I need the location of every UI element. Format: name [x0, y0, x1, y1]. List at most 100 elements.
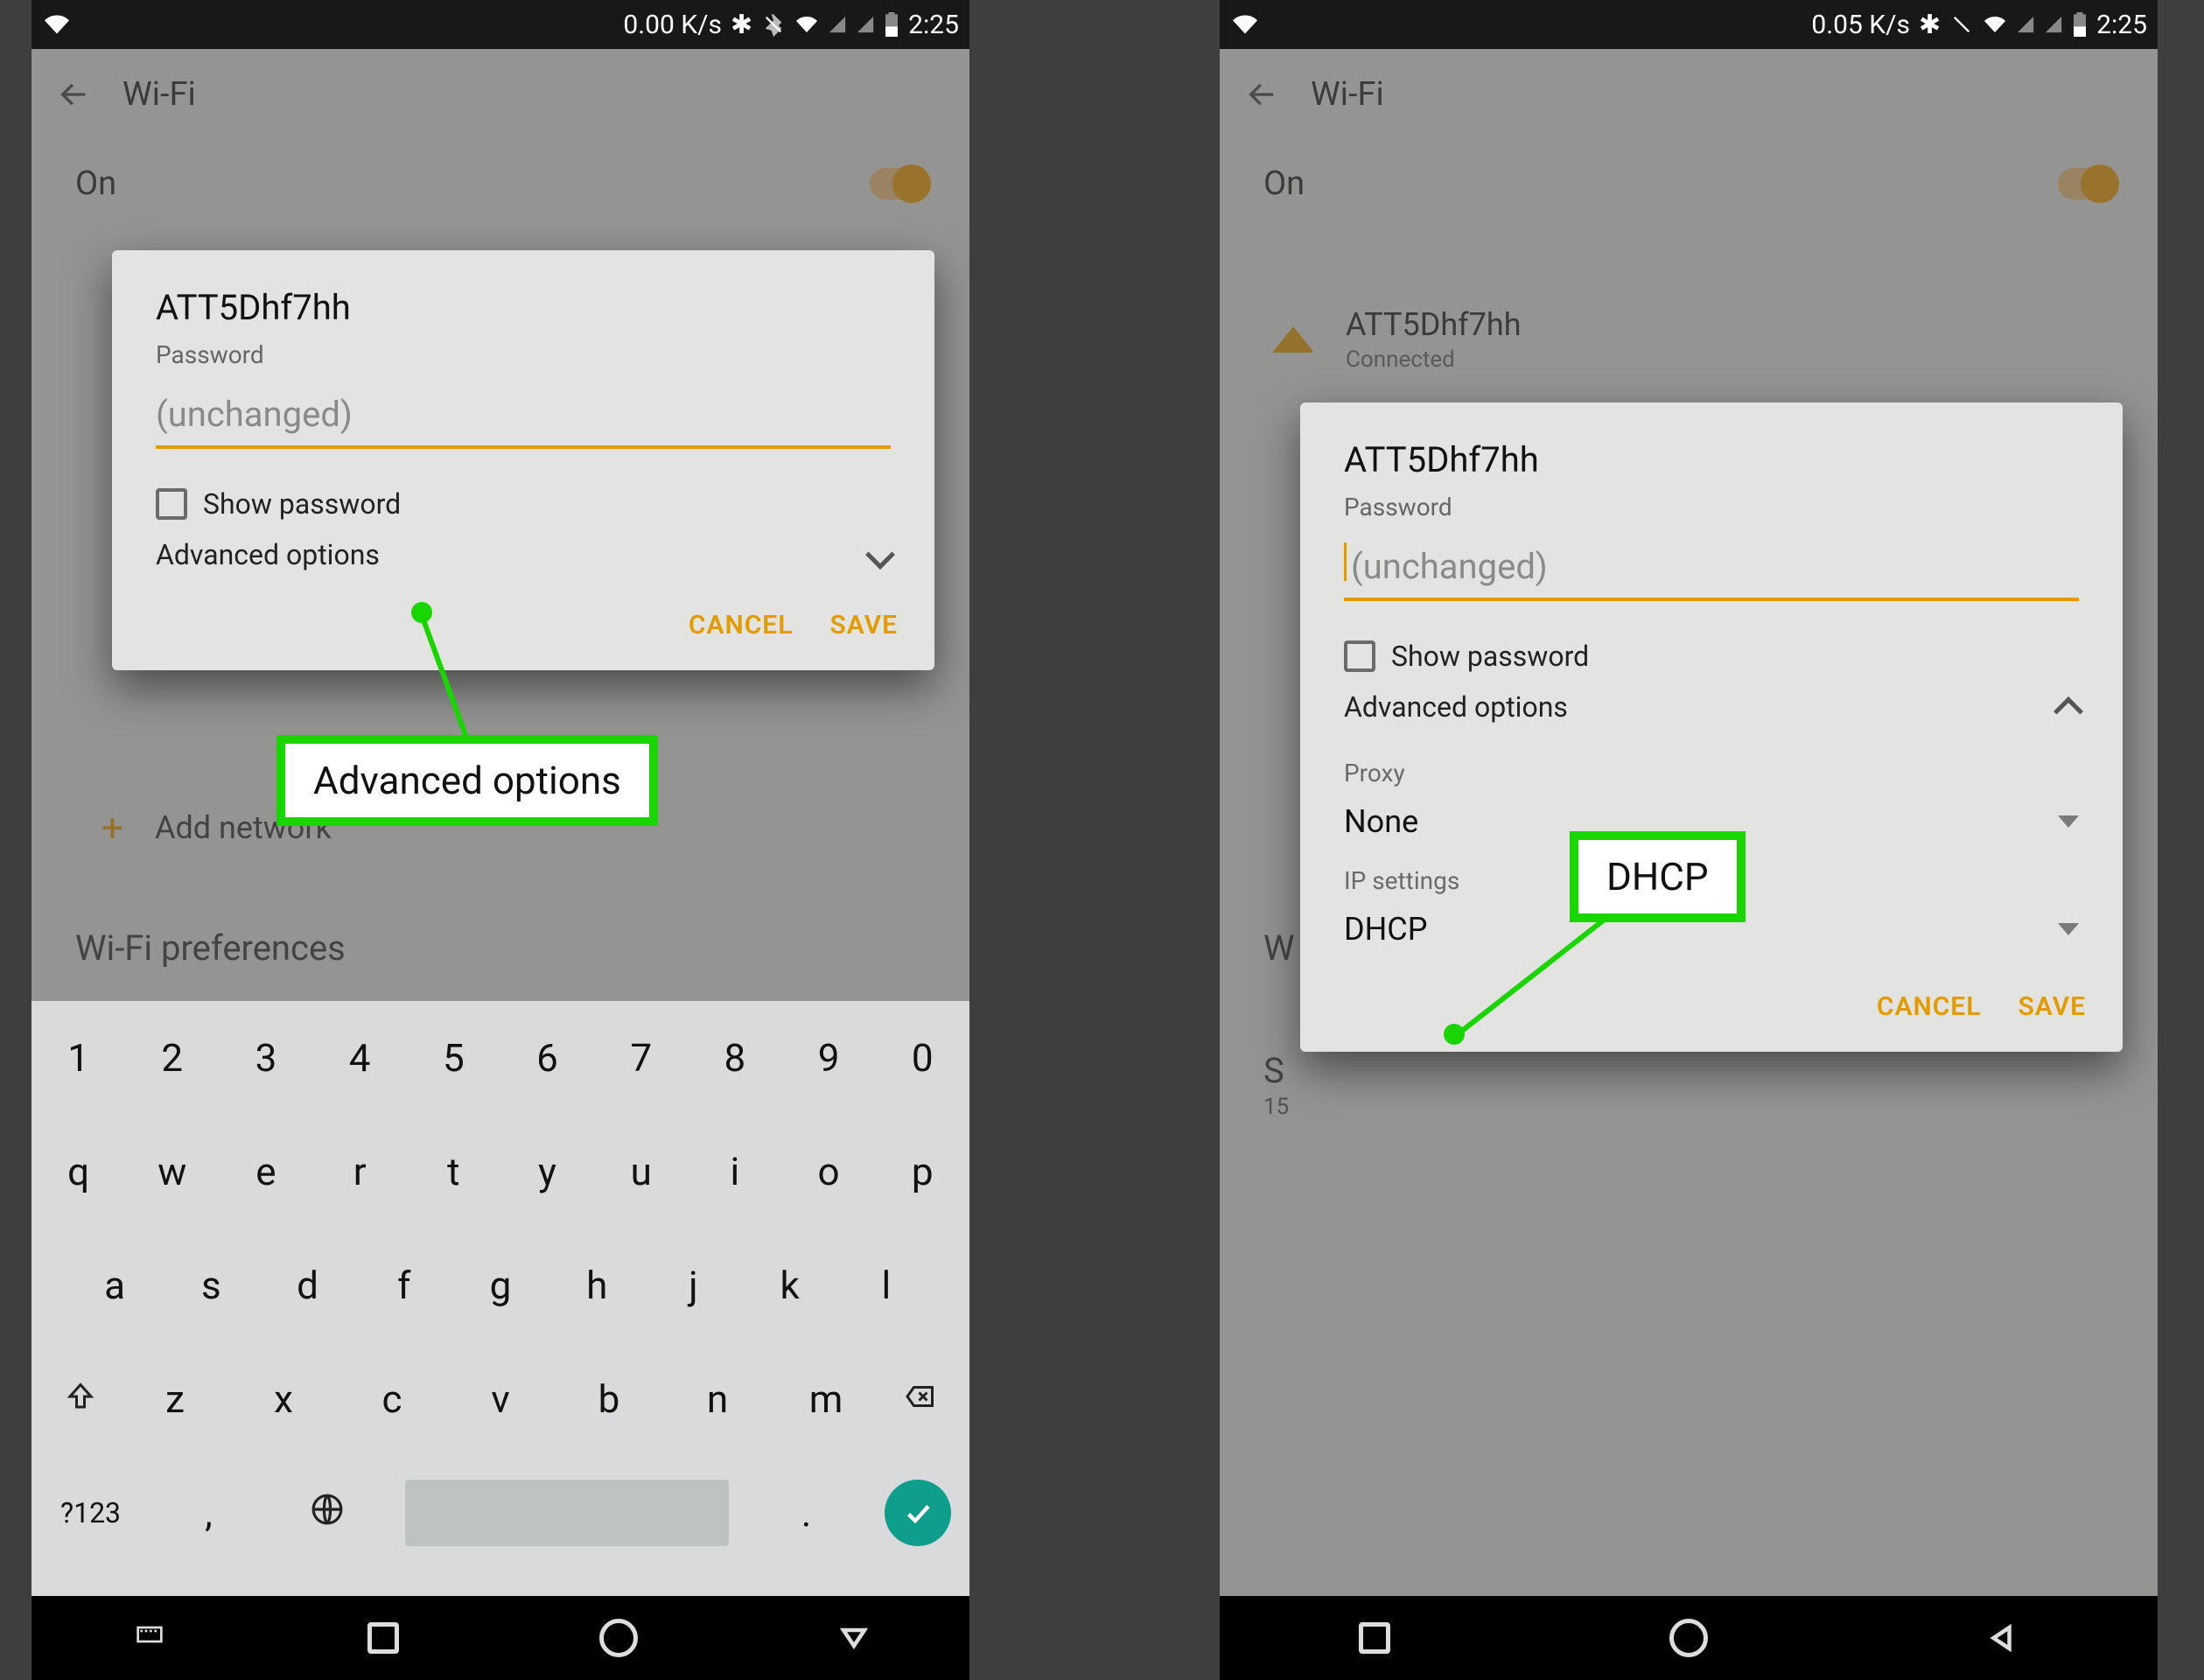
key-y[interactable]: y: [507, 1149, 588, 1194]
status-time: 2:25: [2096, 10, 2147, 40]
keyboard[interactable]: 1234567890 qwertyuiop asdfghjkl zxcvbnm …: [31, 1001, 969, 1596]
nav-bar: [1220, 1596, 2158, 1680]
nav-back[interactable]: [838, 1622, 870, 1654]
chevron-down-icon: [865, 540, 895, 570]
key-u[interactable]: u: [601, 1149, 682, 1194]
key-3[interactable]: 3: [226, 1035, 306, 1081]
key-m[interactable]: m: [786, 1376, 866, 1422]
nav-recent[interactable]: [367, 1622, 399, 1654]
key-p[interactable]: p: [882, 1149, 962, 1194]
key-6[interactable]: 6: [507, 1035, 588, 1081]
key-q[interactable]: q: [38, 1149, 119, 1194]
signal-icon: [2016, 13, 2035, 36]
key-v[interactable]: v: [460, 1376, 541, 1422]
nav-home[interactable]: [1669, 1619, 1708, 1657]
key-x[interactable]: x: [243, 1376, 324, 1422]
show-password-row[interactable]: Show password: [112, 449, 934, 521]
advanced-options-label: Advanced options: [156, 538, 380, 571]
keyboard-row-3: asdfghjkl: [31, 1228, 969, 1342]
show-password-checkbox[interactable]: [1344, 640, 1375, 672]
key-1[interactable]: 1: [38, 1035, 119, 1081]
password-input[interactable]: (unchanged): [1344, 537, 2079, 601]
dialog-ssid: ATT5Dhf7hh: [1300, 402, 2123, 480]
advanced-options-row[interactable]: Advanced options: [1300, 673, 2123, 741]
status-bar: 0.05 K/s ✱ 2:25: [1220, 0, 2158, 49]
signal-icon-2: [2044, 13, 2063, 36]
globe-key[interactable]: [287, 1490, 367, 1536]
nav-bar: [31, 1596, 969, 1680]
key-f[interactable]: f: [364, 1263, 444, 1308]
backspace-key[interactable]: [880, 1376, 961, 1422]
space-key[interactable]: [405, 1480, 729, 1546]
show-password-label: Show password: [203, 487, 401, 521]
bluetooth-icon: ✱: [1919, 10, 1941, 40]
key-0[interactable]: 0: [882, 1035, 962, 1081]
text-cursor: [1344, 542, 1347, 581]
callout-dot: [411, 602, 432, 623]
nav-recent[interactable]: [1359, 1622, 1390, 1654]
callout-advanced-options: Advanced options: [276, 735, 658, 826]
dropdown-arrow-icon: [2058, 816, 2079, 828]
advanced-options-row[interactable]: Advanced options: [112, 521, 934, 589]
signal-icon-2: [856, 13, 875, 36]
status-time: 2:25: [908, 10, 959, 40]
key-t[interactable]: t: [413, 1149, 493, 1194]
network-dialog: ATT5Dhf7hh Password (unchanged) Show pas…: [112, 250, 934, 670]
status-bar: 0.00 K/s ✱ 2:25: [31, 0, 969, 49]
keyboard-row-5: ?123 , .: [31, 1456, 969, 1570]
key-a[interactable]: a: [74, 1263, 155, 1308]
dnd-icon: [761, 12, 786, 37]
key-b[interactable]: b: [569, 1376, 649, 1422]
callout-dhcp: DHCP: [1570, 831, 1746, 922]
key-o[interactable]: o: [788, 1149, 869, 1194]
key-4[interactable]: 4: [319, 1035, 400, 1081]
key-2[interactable]: 2: [132, 1035, 213, 1081]
show-password-checkbox[interactable]: [156, 488, 187, 520]
cancel-button[interactable]: CANCEL: [1877, 991, 1982, 1022]
key-z[interactable]: z: [135, 1376, 215, 1422]
password-placeholder: (unchanged): [1344, 546, 1548, 587]
key-d[interactable]: d: [268, 1263, 348, 1308]
keyboard-hide-icon[interactable]: [132, 1624, 167, 1652]
key-r[interactable]: r: [319, 1149, 400, 1194]
show-password-row[interactable]: Show password: [1300, 601, 2123, 673]
enter-key[interactable]: [885, 1480, 951, 1546]
key-e[interactable]: e: [226, 1149, 306, 1194]
status-speed: 0.05 K/s: [1811, 10, 1910, 40]
key-9[interactable]: 9: [788, 1035, 869, 1081]
bluetooth-icon: ✱: [731, 10, 752, 40]
key-s[interactable]: s: [171, 1263, 251, 1308]
key-i[interactable]: i: [695, 1149, 775, 1194]
chevron-up-icon: [2054, 696, 2083, 726]
save-button[interactable]: SAVE: [2018, 991, 2086, 1022]
battery-icon: [2072, 12, 2088, 37]
key-5[interactable]: 5: [413, 1035, 493, 1081]
key-7[interactable]: 7: [601, 1035, 682, 1081]
key-j[interactable]: j: [653, 1263, 733, 1308]
phone-left: 0.00 K/s ✱ 2:25 Wi-Fi On + Add network W…: [31, 0, 969, 1680]
password-field-label: Password: [1300, 480, 2123, 522]
key-h[interactable]: h: [556, 1263, 637, 1308]
nav-home[interactable]: [599, 1619, 638, 1657]
advanced-options-label: Advanced options: [1344, 690, 1568, 724]
key-k[interactable]: k: [750, 1263, 830, 1308]
key-n[interactable]: n: [677, 1376, 758, 1422]
status-speed: 0.00 K/s: [623, 10, 722, 40]
key-l[interactable]: l: [846, 1263, 927, 1308]
nav-back[interactable]: [1987, 1622, 2019, 1654]
cancel-button[interactable]: CANCEL: [689, 610, 794, 640]
period-key[interactable]: .: [766, 1490, 847, 1536]
wifi-small-icon: [794, 14, 819, 35]
key-8[interactable]: 8: [695, 1035, 775, 1081]
save-button[interactable]: SAVE: [829, 610, 898, 640]
shift-key[interactable]: [40, 1376, 121, 1422]
key-w[interactable]: w: [132, 1149, 213, 1194]
key-g[interactable]: g: [460, 1263, 541, 1308]
proxy-value: None: [1344, 803, 1418, 840]
comma-key[interactable]: ,: [169, 1490, 249, 1536]
password-input[interactable]: (unchanged): [156, 385, 891, 449]
symbols-key[interactable]: ?123: [51, 1496, 131, 1530]
dropdown-arrow-icon: [2058, 923, 2079, 935]
key-c[interactable]: c: [352, 1376, 432, 1422]
wifi-icon: [1230, 12, 1260, 37]
